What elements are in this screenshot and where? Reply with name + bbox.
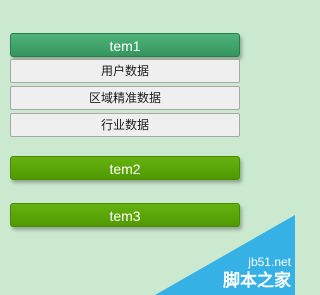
submenu-item-regional-data[interactable]: 区域精准数据 [10, 86, 240, 110]
menu-tem1: tem1 用户数据 区域精准数据 行业数据 [10, 33, 240, 140]
submenu-item-user-data[interactable]: 用户数据 [10, 59, 240, 83]
menu-tem2: tem2 [10, 156, 240, 180]
menu-header-tem1[interactable]: tem1 [10, 33, 240, 57]
submenu-item-industry-data[interactable]: 行业数据 [10, 113, 240, 137]
submenu-tem1: 用户数据 区域精准数据 行业数据 [10, 59, 240, 137]
watermark-name: 脚本之家 [223, 271, 291, 291]
menu-header-tem2[interactable]: tem2 [10, 156, 240, 180]
